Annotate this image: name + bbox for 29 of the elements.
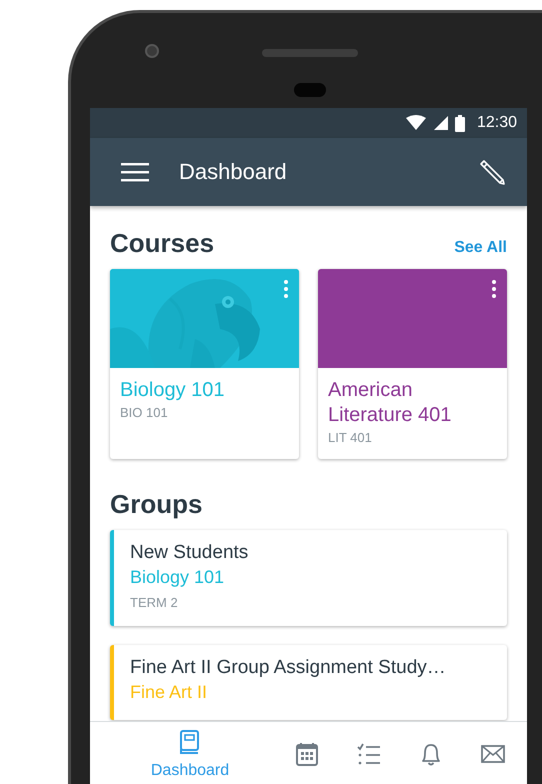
status-time: 12:30	[476, 114, 517, 132]
pencil-icon[interactable]	[479, 159, 505, 185]
course-title: American Literature 401	[327, 378, 452, 428]
group-course: Fine Art II	[130, 681, 208, 704]
signal-icon	[432, 115, 449, 131]
group-card[interactable]: New Students Biology 101 TERM 2	[110, 530, 507, 626]
envelope-icon[interactable]	[481, 742, 505, 766]
sensor	[294, 83, 326, 97]
camera-lens	[145, 44, 159, 58]
group-name: Fine Art II Group Assignment Study…	[130, 656, 447, 680]
course-code: LIT 401	[327, 429, 373, 447]
book-icon[interactable]	[178, 730, 202, 754]
wifi-icon	[404, 115, 427, 131]
app-title: Dashboard	[179, 159, 288, 185]
bell-icon[interactable]	[419, 742, 443, 766]
section-heading: Courses	[110, 228, 214, 259]
section-heading: Groups	[110, 489, 202, 520]
group-name: New Students	[130, 541, 250, 565]
more-options-icon[interactable]	[491, 279, 497, 299]
course-title: Biology 101	[119, 378, 226, 403]
calendar-icon[interactable]	[295, 742, 319, 766]
menu-icon[interactable]	[121, 162, 149, 182]
checklist-icon[interactable]	[357, 742, 381, 766]
course-code: BIO 101	[119, 404, 169, 422]
group-term: TERM 2	[130, 595, 179, 610]
course-card[interactable]: American Literature 401 LIT 401	[318, 269, 507, 459]
group-course: Biology 101	[130, 566, 226, 589]
group-card[interactable]: Fine Art II Group Assignment Study… Fine Art II	[110, 645, 507, 720]
battery-icon	[454, 114, 465, 132]
